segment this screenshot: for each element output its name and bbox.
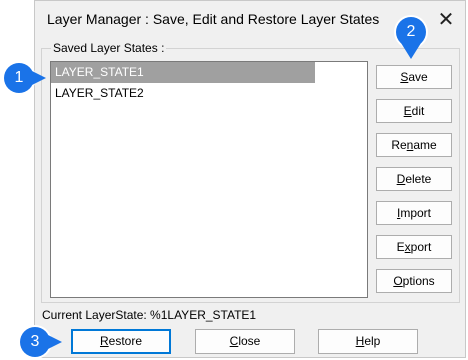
options-button[interactable]: Options: [376, 269, 452, 293]
callout-2-pointer: [401, 43, 421, 59]
restore-button[interactable]: Restore: [71, 329, 171, 354]
callout-1-pointer: [30, 70, 46, 86]
close-icon[interactable]: ✕: [433, 7, 459, 33]
list-item[interactable]: LAYER_STATE2: [51, 83, 367, 104]
save-button[interactable]: Save: [376, 65, 452, 89]
import-button[interactable]: Import: [376, 201, 452, 225]
list-item[interactable]: LAYER_STATE1: [51, 62, 315, 83]
current-layerstate-status: Current LayerState: %1LAYER_STATE1: [42, 308, 257, 322]
group-label: Saved Layer States :: [51, 41, 167, 55]
edit-button[interactable]: Edit: [376, 99, 452, 123]
rename-button[interactable]: Rename: [376, 133, 452, 157]
export-button[interactable]: Export: [376, 235, 452, 259]
delete-button[interactable]: Delete: [376, 167, 452, 191]
dialog-title: Layer Manager : Save, Edit and Restore L…: [47, 11, 380, 27]
callout-3-pointer: [46, 334, 62, 350]
close-button[interactable]: Close: [195, 329, 295, 354]
help-button[interactable]: Help: [318, 329, 418, 354]
layer-states-list[interactable]: LAYER_STATE1 LAYER_STATE2: [50, 61, 368, 298]
